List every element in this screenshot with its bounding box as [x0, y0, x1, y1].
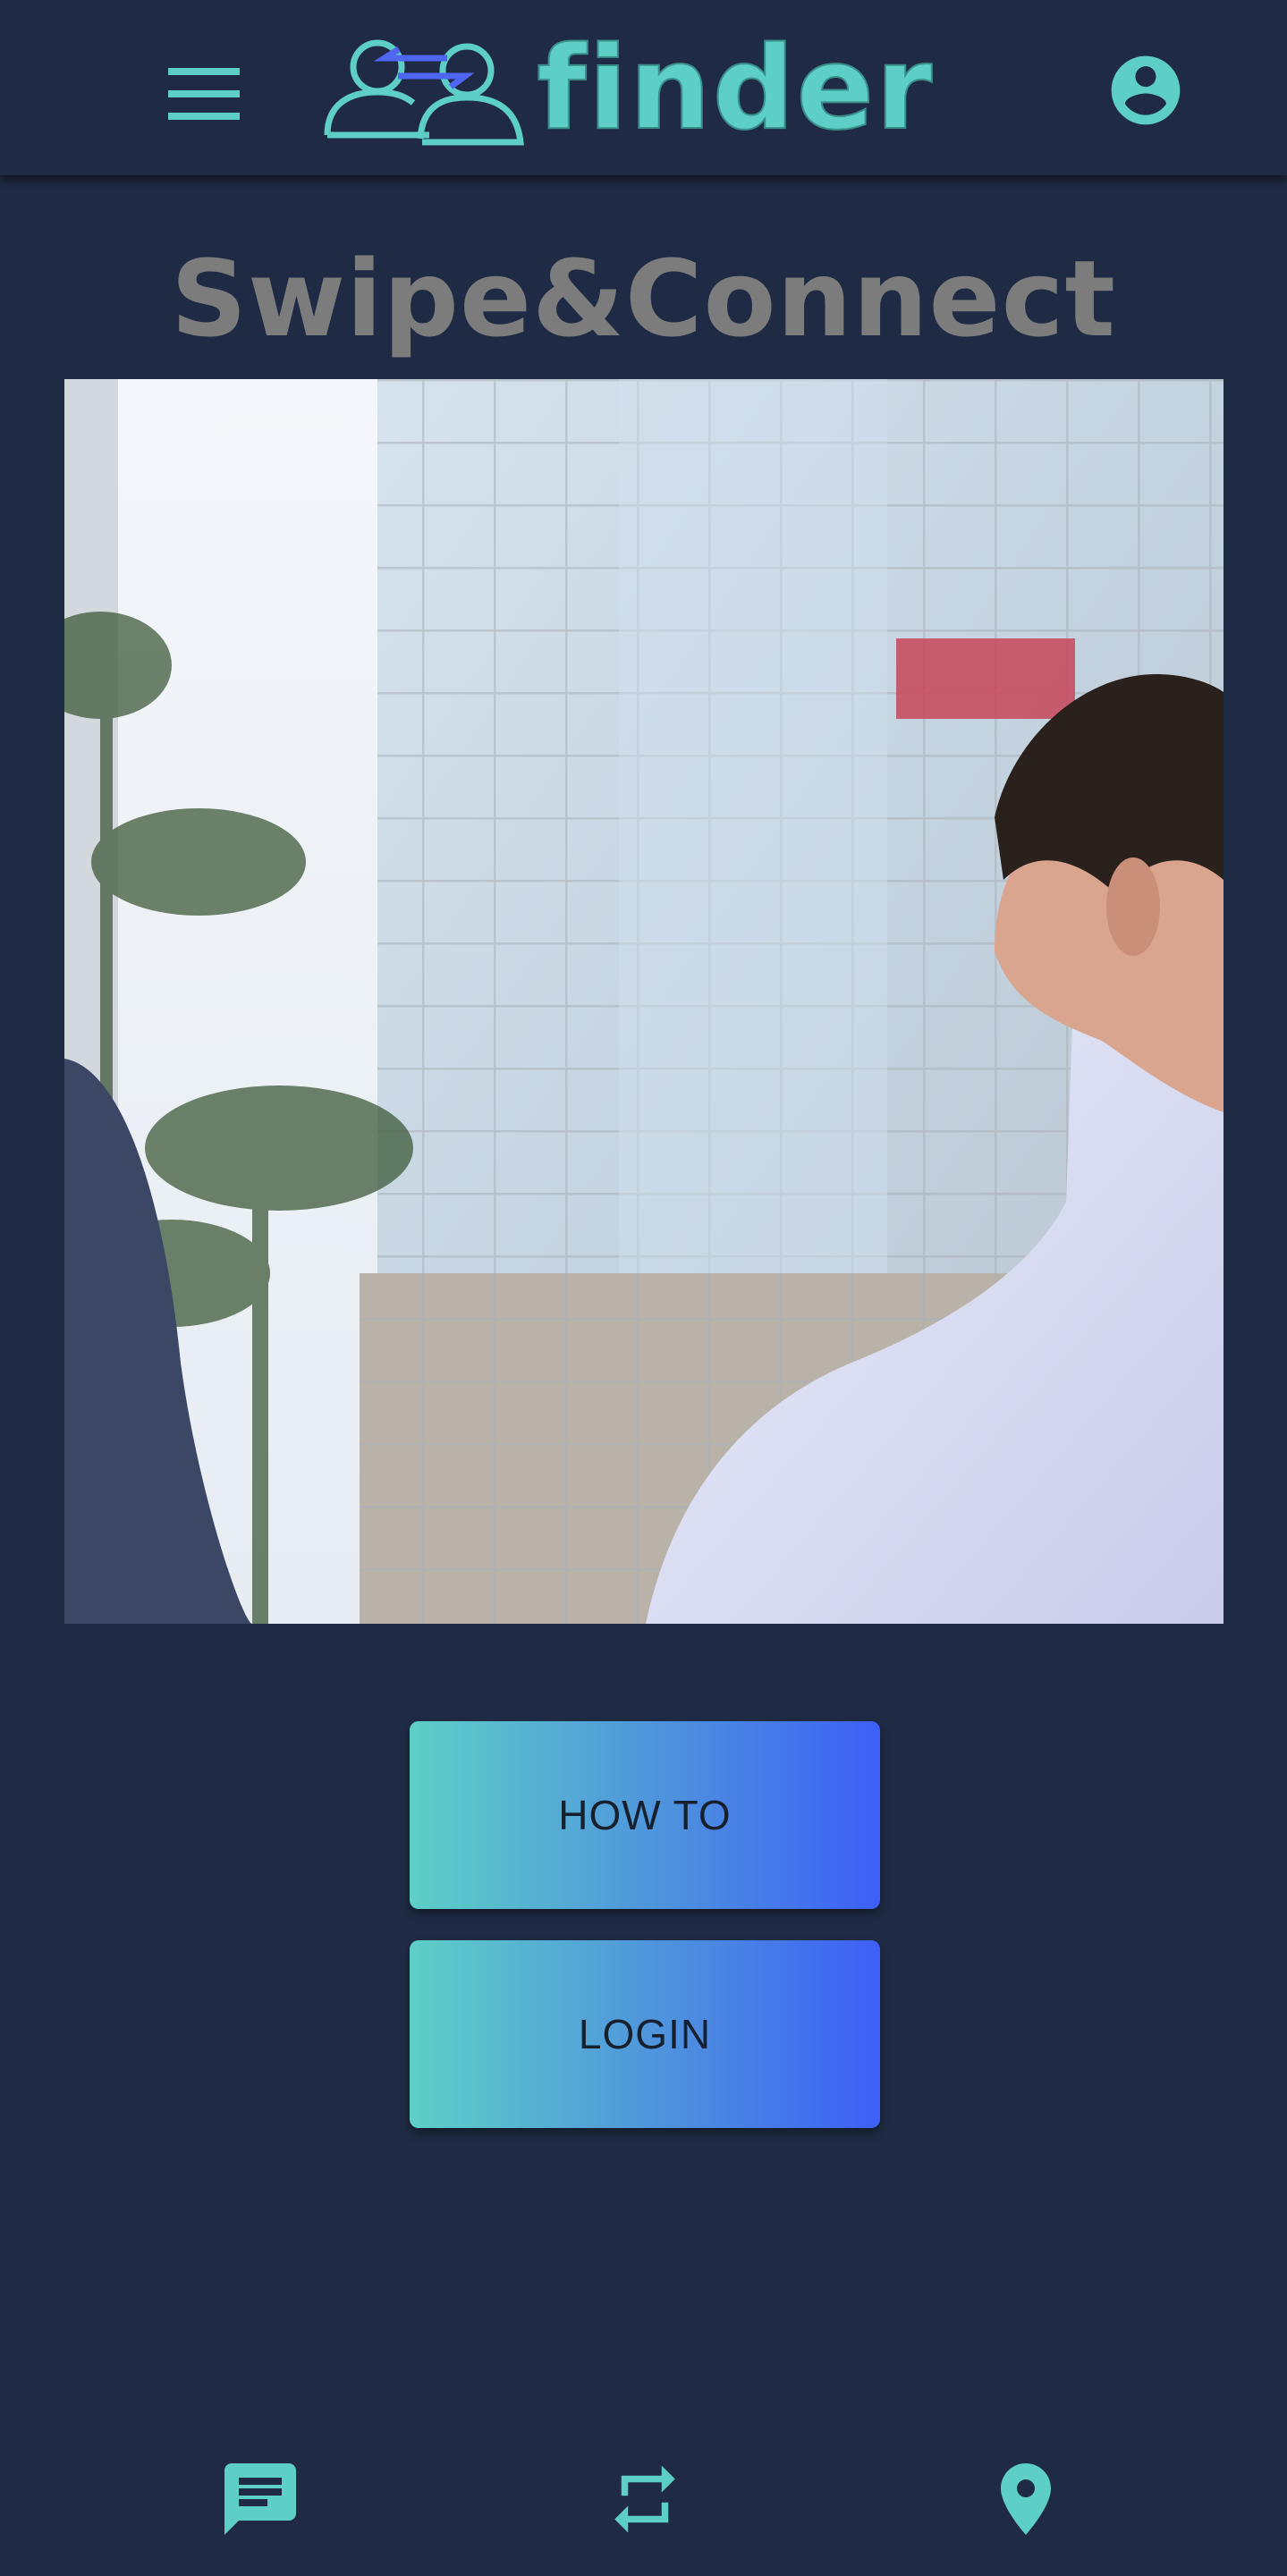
- people-swap-logo-icon: [324, 39, 524, 146]
- top-app-bar: finder: [0, 0, 1287, 175]
- brand-logo[interactable]: finder: [322, 27, 934, 152]
- menu-button[interactable]: [150, 54, 258, 134]
- nav-chat-button[interactable]: [211, 2450, 309, 2548]
- login-button[interactable]: LOGIN: [410, 1940, 880, 2128]
- nav-map-button[interactable]: [977, 2450, 1075, 2548]
- swap-arrows-icon: [614, 2465, 675, 2533]
- bottom-navigation: [0, 2414, 1287, 2576]
- hero-image: [64, 379, 1223, 1624]
- menu-icon: [168, 68, 240, 120]
- hero-image-illustration: [64, 379, 1223, 1624]
- nav-swipe-button[interactable]: [596, 2450, 694, 2548]
- account-circle-icon: [1111, 55, 1181, 125]
- brand-name: finder: [536, 22, 935, 156]
- how-to-button[interactable]: HOW TO: [410, 1721, 880, 1909]
- chat-icon: [224, 2463, 296, 2535]
- account-button[interactable]: [1096, 41, 1195, 139]
- map-pin-icon: [1001, 2463, 1051, 2535]
- page-title: Swipe&Connect: [171, 237, 1116, 360]
